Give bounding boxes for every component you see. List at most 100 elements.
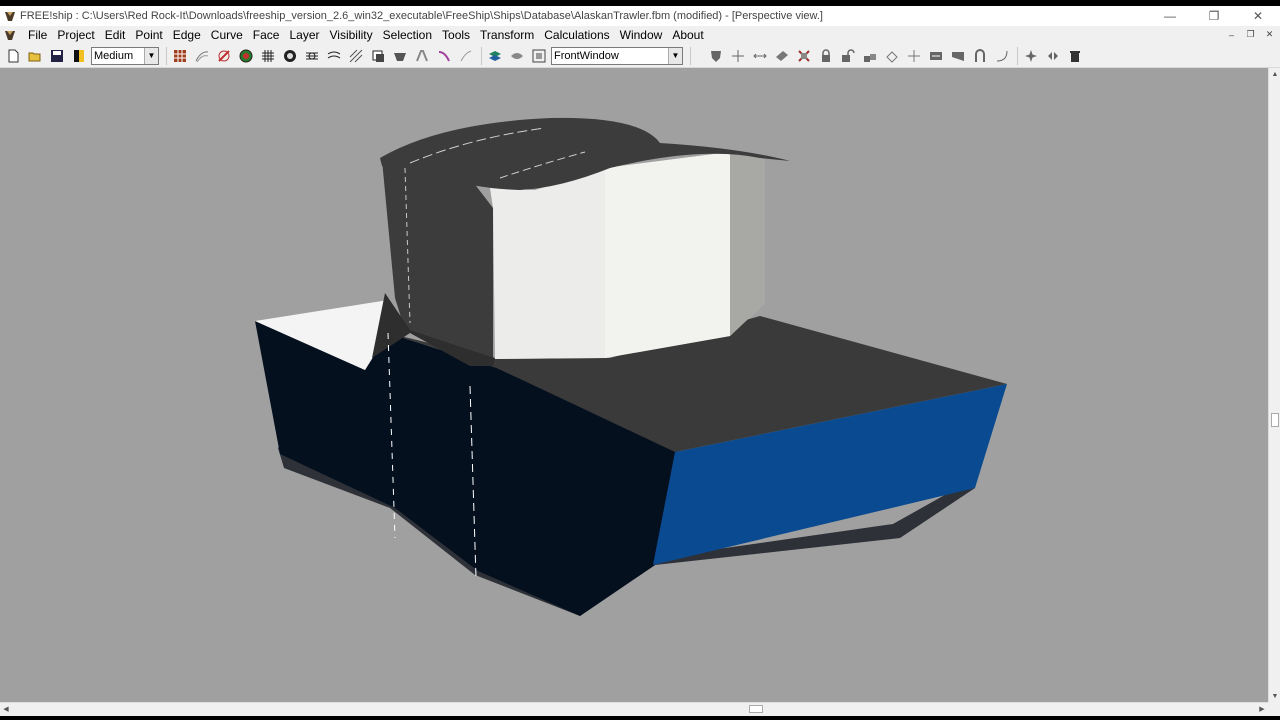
grid-button[interactable] [258,47,277,65]
control-net-button[interactable] [170,47,189,65]
menu-about[interactable]: About [667,26,708,44]
menu-selection[interactable]: Selection [378,26,437,44]
markers-button[interactable] [412,47,431,65]
unlock-icon [841,48,855,62]
lock-points-button[interactable] [816,47,835,65]
document-ship-icon[interactable] [3,28,17,42]
crease-edge-button[interactable] [948,47,967,65]
minimize-button[interactable]: — [1148,6,1192,26]
restore-button[interactable]: ❐ [1192,6,1236,26]
menu-edge[interactable]: Edge [168,26,206,44]
perspective-viewport[interactable] [0,68,1268,702]
menu-calculations[interactable]: Calculations [539,26,614,44]
title-bar[interactable]: FREE!ship : C:\Users\Red Rock-It\Downloa… [0,6,1280,26]
grid-icon [261,49,274,62]
stations-icon [283,49,296,62]
flip-normals-button[interactable] [1043,47,1062,65]
new-file-icon [8,49,18,62]
cabin-right-shade [730,152,765,336]
menu-visibility[interactable]: Visibility [325,26,378,44]
horizontal-scroll-thumb[interactable] [749,705,763,713]
stations-button[interactable] [280,47,299,65]
plane-icon [775,50,788,61]
control-net-icon [173,49,186,62]
buttocks-button[interactable] [302,47,321,65]
hull-view-button[interactable] [390,47,409,65]
toolbar-separator [166,46,167,65]
vertical-scrollbar[interactable]: ▲ ▼ [1268,68,1280,702]
select-all-icon [532,49,545,62]
scrollbar-corner [1268,702,1280,714]
extrude-edge-button[interactable] [882,47,901,65]
curve-icon [996,50,1007,61]
curves-button[interactable] [434,47,453,65]
layer-visibility-button[interactable] [507,47,526,65]
menu-transform[interactable]: Transform [475,26,539,44]
save-button[interactable] [47,47,66,65]
window-title: FREE!ship : C:\Users\Red Rock-It\Downloa… [20,10,823,22]
normals-icon [460,50,471,61]
waterlines-button[interactable] [324,47,343,65]
toolbar-separator [481,46,482,65]
star-icon [1024,49,1037,62]
scroll-up-arrow-icon[interactable]: ▲ [1269,68,1280,80]
split-edge-button[interactable] [904,47,923,65]
markers-icon [415,49,428,61]
vertical-scroll-thumb[interactable] [1271,413,1279,427]
horizontal-scrollbar[interactable]: ◀ ▶ [0,702,1268,714]
scroll-left-arrow-icon[interactable]: ◀ [0,703,12,715]
export-button[interactable] [69,47,88,65]
menu-face[interactable]: Face [248,26,285,44]
hull-model-render[interactable] [0,68,1268,702]
diagonals-button[interactable] [346,47,365,65]
unlock-all-button[interactable] [860,47,879,65]
flowlines-button[interactable] [368,47,387,65]
menu-file[interactable]: File [23,26,52,44]
new-face-button[interactable] [1021,47,1040,65]
buttocks-icon [305,52,318,59]
extrude-icon [885,50,898,63]
viewport-combo[interactable]: FrontWindow ▼ [551,46,683,65]
close-button[interactable]: ✕ [1236,6,1280,26]
select-all-button[interactable] [529,47,548,65]
menu-point[interactable]: Point [130,26,167,44]
swap-edge-button[interactable] [926,47,945,65]
diagonals-icon [349,49,362,62]
menu-project[interactable]: Project [52,26,99,44]
connect-edge-button[interactable] [970,47,989,65]
normals-button[interactable] [456,47,475,65]
curves-icon [438,50,450,61]
menu-edit[interactable]: Edit [100,26,131,44]
trash-icon [1069,50,1080,62]
app-ship-icon [5,12,15,21]
unlock-points-button[interactable] [838,47,857,65]
delete-button[interactable] [1065,47,1084,65]
collapse-point-button[interactable] [750,47,769,65]
insert-plane-button[interactable] [772,47,791,65]
mdi-restore-button[interactable]: ❐ [1244,28,1257,41]
precision-combo[interactable]: Medium ▼ [91,46,159,65]
intersect-button[interactable] [794,47,813,65]
curvature-button[interactable] [214,47,233,65]
menu-window[interactable]: Window [615,26,668,44]
new-file-button[interactable] [3,47,22,65]
toolbar-separator [690,46,691,65]
mdi-close-button[interactable]: ✕ [1263,28,1276,41]
menu-layer[interactable]: Layer [284,26,324,44]
layer-properties-button[interactable] [485,47,504,65]
interior-edges-button[interactable] [192,47,211,65]
mdi-minimize-button[interactable]: – [1225,28,1238,41]
scroll-right-arrow-icon[interactable]: ▶ [1256,703,1268,715]
new-point-button[interactable] [728,47,747,65]
shade-button[interactable] [236,47,255,65]
add-point-button[interactable] [706,47,725,65]
save-icon [50,49,63,62]
open-file-button[interactable] [25,47,44,65]
precision-value: Medium [94,49,134,62]
menu-curve[interactable]: Curve [206,26,248,44]
new-curve-button[interactable] [992,47,1011,65]
export-icon [73,49,84,62]
menu-tools[interactable]: Tools [437,26,475,44]
scroll-down-arrow-icon[interactable]: ▼ [1269,690,1280,702]
hull-icon [393,52,406,61]
